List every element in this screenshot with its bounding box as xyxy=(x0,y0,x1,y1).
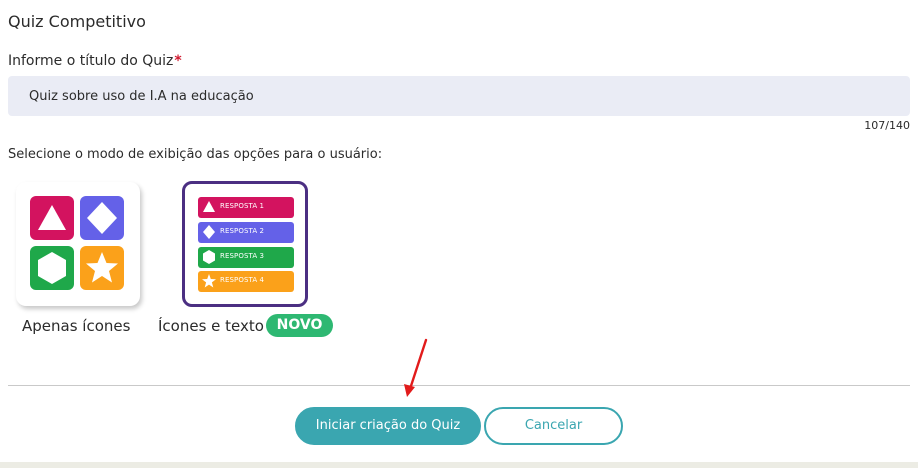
diamond-tile xyxy=(80,196,124,240)
hexagon-icon xyxy=(203,250,215,264)
quiz-title-input[interactable] xyxy=(8,76,910,116)
option-icons-only-card[interactable] xyxy=(16,182,140,306)
triangle-tile xyxy=(30,196,74,240)
required-mark: * xyxy=(174,53,182,69)
star-icon xyxy=(202,274,216,288)
star-tile xyxy=(80,246,124,290)
display-mode-prompt: Selecione o modo de exibição das opções … xyxy=(8,147,383,162)
answer-label: RESPOSTA 4 xyxy=(220,276,265,284)
triangle-icon xyxy=(38,205,66,230)
cancel-button[interactable]: Cancelar xyxy=(484,407,623,445)
answer-label: RESPOSTA 1 xyxy=(220,202,265,210)
answer-label: RESPOSTA 3 xyxy=(220,252,265,260)
red-arrow-icon xyxy=(404,338,428,397)
option-icons-only-label: Apenas ícones xyxy=(22,317,131,335)
diamond-icon xyxy=(203,225,215,239)
hexagon-icon xyxy=(38,252,66,284)
answer-label: RESPOSTA 2 xyxy=(220,227,265,235)
hexagon-tile xyxy=(30,246,74,290)
divider xyxy=(8,385,910,386)
triangle-icon xyxy=(203,201,215,212)
bottom-strip xyxy=(0,462,918,468)
answer-row: RESPOSTA 2 xyxy=(198,222,294,243)
answer-row: RESPOSTA 4 xyxy=(198,271,294,292)
quiz-title-label: Informe o título do Quiz* xyxy=(8,53,182,69)
page-title: Quiz Competitivo xyxy=(8,12,146,31)
new-badge: NOVO xyxy=(266,314,333,337)
answer-row: RESPOSTA 3 xyxy=(198,247,294,268)
star-icon xyxy=(86,252,118,283)
answer-row: RESPOSTA 1 xyxy=(198,197,294,218)
option-icons-and-text-label: Ícones e texto xyxy=(158,317,264,335)
option-icons-and-text-card[interactable]: RESPOSTA 1 RESPOSTA 2 RESPOSTA 3 RESPOST… xyxy=(182,181,308,307)
quiz-title-label-text: Informe o título do Quiz xyxy=(8,53,174,69)
char-counter: 107/140 xyxy=(864,119,910,132)
start-quiz-button[interactable]: Iniciar criação do Quiz xyxy=(295,407,481,445)
diamond-icon xyxy=(87,202,117,234)
